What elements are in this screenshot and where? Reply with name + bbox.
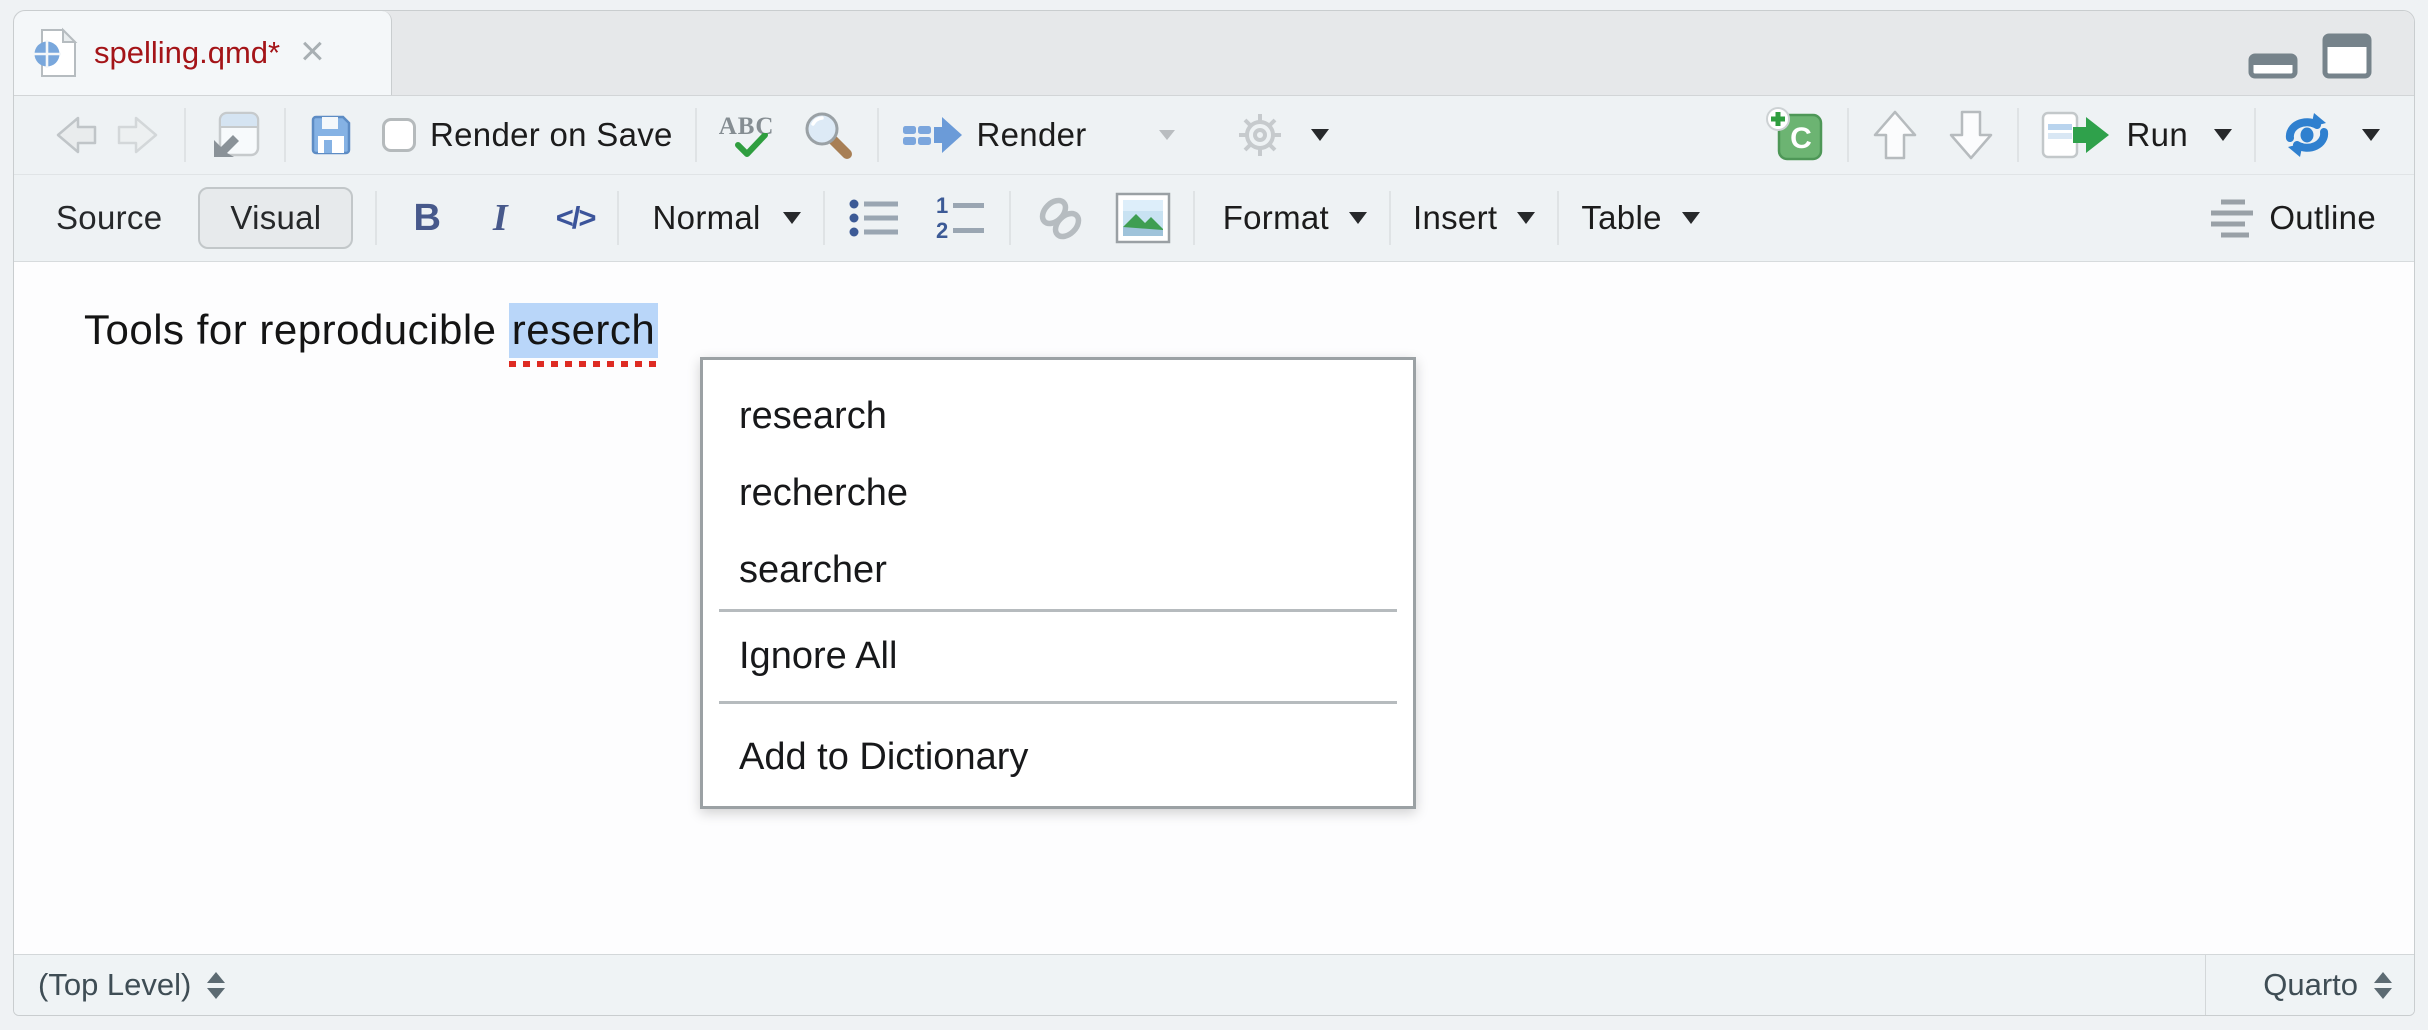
visual-mode-button[interactable]: Visual xyxy=(198,187,353,249)
run-previous-icon[interactable] xyxy=(1871,108,1919,162)
insert-dropdown-icon[interactable] xyxy=(1517,212,1535,224)
forward-icon[interactable] xyxy=(114,113,162,157)
outline-icon[interactable] xyxy=(2207,195,2259,241)
toolbar-separator xyxy=(1847,108,1849,162)
misspelled-word-selection[interactable]: reserch xyxy=(509,303,659,358)
primary-toolbar: Render on Save ABC Render xyxy=(14,96,2414,175)
outline-toggle-button[interactable]: Outline xyxy=(2269,199,2376,237)
render-icon[interactable] xyxy=(901,111,965,159)
toolbar-separator xyxy=(1389,191,1391,245)
editor-status-bar: (Top Level) Quarto xyxy=(14,954,2414,1015)
up-down-stepper-icon xyxy=(207,972,225,999)
minimize-pane-icon[interactable] xyxy=(2248,53,2298,79)
run-next-icon[interactable] xyxy=(1947,108,1995,162)
svg-text:2: 2 xyxy=(936,218,948,242)
toolbar-separator xyxy=(1193,191,1195,245)
toolbar-separator xyxy=(1009,191,1011,245)
tab-close-icon[interactable]: × xyxy=(300,30,325,72)
format-dropdown-icon[interactable] xyxy=(1349,212,1367,224)
rerun-icon[interactable] xyxy=(2278,111,2336,159)
source-pane: spelling.qmd* × xyxy=(13,10,2415,1016)
italic-icon[interactable]: I xyxy=(493,196,508,240)
paragraph-style-select[interactable]: Normal xyxy=(653,199,761,237)
toolbar-separator xyxy=(184,108,186,162)
gear-icon[interactable] xyxy=(1233,108,1287,162)
menu-item-suggestion[interactable]: searcher xyxy=(703,532,1413,609)
spellcheck-icon[interactable]: ABC xyxy=(719,114,775,157)
mode-selector[interactable]: Quarto xyxy=(2205,955,2414,1015)
render-on-save-checkbox[interactable] xyxy=(382,118,416,152)
numbered-list-icon[interactable]: 1 2 xyxy=(933,194,987,242)
run-icon[interactable] xyxy=(2041,109,2119,161)
editor-surface[interactable]: Tools for reproducible reserch research … xyxy=(14,262,2414,954)
save-icon[interactable] xyxy=(308,112,354,158)
menu-item-add-to-dictionary[interactable]: Add to Dictionary xyxy=(703,704,1413,810)
bold-icon[interactable]: B xyxy=(413,197,440,240)
run-button[interactable]: Run xyxy=(2127,116,2188,154)
render-on-save-label: Render on Save xyxy=(430,116,673,154)
bullet-list-icon[interactable] xyxy=(847,194,901,242)
up-down-stepper-icon xyxy=(2374,972,2392,999)
mode-label: Quarto xyxy=(2263,967,2358,1003)
open-in-new-window-icon[interactable] xyxy=(208,109,262,161)
render-button[interactable]: Render xyxy=(977,116,1087,154)
link-icon[interactable] xyxy=(1033,193,1089,243)
document-text: Tools for reproducible xyxy=(84,306,509,353)
settings-dropdown-icon[interactable] xyxy=(1311,129,1329,141)
insert-menu[interactable]: Insert xyxy=(1413,199,1497,237)
menu-item-ignore-all[interactable]: Ignore All xyxy=(703,612,1413,701)
format-menu[interactable]: Format xyxy=(1223,199,1329,237)
search-icon[interactable] xyxy=(801,108,855,162)
source-mode-button[interactable]: Source xyxy=(56,199,162,237)
tab-title: spelling.qmd* xyxy=(94,35,280,71)
insert-chunk-icon[interactable]: C xyxy=(1765,106,1825,164)
toolbar-separator xyxy=(2254,108,2256,162)
toolbar-separator xyxy=(823,191,825,245)
document-text-line[interactable]: Tools for reproducible reserch xyxy=(84,306,658,354)
paragraph-style-dropdown-icon[interactable] xyxy=(783,212,801,224)
scope-selector[interactable]: (Top Level) xyxy=(14,967,225,1003)
table-menu[interactable]: Table xyxy=(1581,199,1661,237)
quarto-document-icon xyxy=(34,27,78,79)
run-dropdown-icon[interactable] xyxy=(2214,129,2232,141)
visual-editor-toolbar: Source Visual B I </> Normal 1 2 xyxy=(14,175,2414,262)
back-icon[interactable] xyxy=(52,113,100,157)
toolbar-separator xyxy=(1557,191,1559,245)
scope-label: (Top Level) xyxy=(38,967,191,1003)
rerun-dropdown-icon[interactable] xyxy=(2362,129,2380,141)
toolbar-separator xyxy=(284,108,286,162)
render-dropdown-icon[interactable] xyxy=(1159,130,1175,140)
toolbar-separator xyxy=(877,108,879,162)
svg-text:C: C xyxy=(1790,122,1812,155)
code-icon[interactable]: </> xyxy=(556,200,595,236)
menu-item-suggestion[interactable]: recherche xyxy=(703,455,1413,532)
tab-spelling-qmd[interactable]: spelling.qmd* × xyxy=(14,11,392,95)
pane-window-controls xyxy=(2248,33,2372,79)
menu-item-suggestion[interactable]: research xyxy=(703,378,1413,455)
image-icon[interactable] xyxy=(1115,192,1171,244)
table-dropdown-icon[interactable] xyxy=(1682,212,1700,224)
toolbar-separator xyxy=(695,108,697,162)
toolbar-separator xyxy=(2017,108,2019,162)
toolbar-separator xyxy=(617,191,619,245)
maximize-pane-icon[interactable] xyxy=(2322,33,2372,79)
svg-text:1: 1 xyxy=(936,194,948,218)
toolbar-separator xyxy=(375,191,377,245)
spellcheck-context-menu: research recherche searcher Ignore All A… xyxy=(700,357,1416,809)
tab-bar: spelling.qmd* × xyxy=(14,11,2414,96)
